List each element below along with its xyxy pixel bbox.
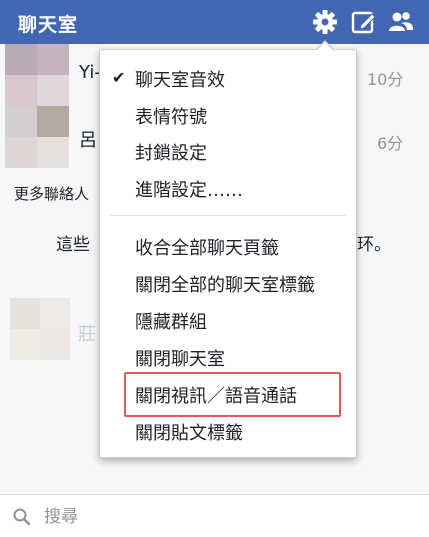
menu-item-collapse-tabs[interactable]: 收合全部聊天頁籤 [100, 228, 356, 264]
contact-name[interactable]: Yi- [79, 62, 101, 83]
menu-item-close-all-tabs[interactable]: 關閉全部的聊天室標籤 [100, 265, 356, 301]
chat-title: 聊天室 [18, 14, 79, 36]
compose-icon[interactable] [350, 8, 378, 36]
menu-item-hide-groups[interactable]: 隱藏群組 [100, 302, 356, 338]
menu-item-turn-off-chat[interactable]: 關閉聊天室 [100, 339, 356, 375]
add-friends-icon[interactable] [387, 8, 415, 36]
search-input[interactable] [42, 503, 416, 531]
menu-item-label: 關閉視訊／語音通話 [135, 386, 297, 407]
menu-item-label: 聊天室音效 [135, 70, 225, 91]
info-text: 這些 [56, 235, 90, 255]
contact-time: 10分 [367, 70, 404, 89]
menu-item-label: 關閉貼文標籤 [135, 423, 243, 444]
offline-contact-name[interactable]: 莊 [78, 320, 96, 346]
more-contacts-heading: 更多聯絡人 [14, 185, 90, 203]
search-icon [12, 507, 32, 531]
contact-name[interactable]: 呂 [79, 126, 97, 152]
menu-item-turn-off-calls[interactable]: 關閉視訊／語音通話 [100, 376, 356, 412]
menu-item-advanced-settings[interactable]: 進階設定…… [100, 170, 356, 206]
menu-item-label: 關閉全部的聊天室標籤 [135, 275, 315, 296]
menu-item-close-post-tabs[interactable]: 關閉貼文標籤 [100, 413, 356, 449]
contact-time: 6分 [377, 134, 404, 153]
contact-avatar-group[interactable] [5, 44, 69, 168]
gear-icon[interactable] [311, 8, 339, 36]
chat-search-bar [0, 494, 429, 537]
menu-item-label: 關閉聊天室 [135, 349, 225, 370]
menu-divider [110, 215, 346, 216]
chat-header: 聊天室 [0, 0, 429, 44]
menu-item-block-settings[interactable]: 封鎖設定 [100, 133, 356, 169]
contact-avatar[interactable] [10, 298, 70, 360]
menu-item-chat-sounds[interactable]: ✔ 聊天室音效 [100, 60, 356, 96]
menu-item-label: 進階設定…… [135, 180, 243, 201]
checkmark-icon: ✔ [112, 68, 126, 87]
menu-item-label: 收合全部聊天頁籤 [135, 238, 279, 259]
info-text-end: 环。 [357, 235, 391, 255]
menu-item-label: 表情符號 [135, 107, 207, 128]
menu-item-label: 封鎖設定 [135, 143, 207, 164]
menu-item-label: 隱藏群組 [135, 312, 207, 333]
chat-settings-menu: ✔ 聊天室音效 表情符號 封鎖設定 進階設定…… 收合全部聊天頁籤 關閉全部的聊… [99, 40, 357, 458]
menu-item-emoji[interactable]: 表情符號 [100, 97, 356, 133]
